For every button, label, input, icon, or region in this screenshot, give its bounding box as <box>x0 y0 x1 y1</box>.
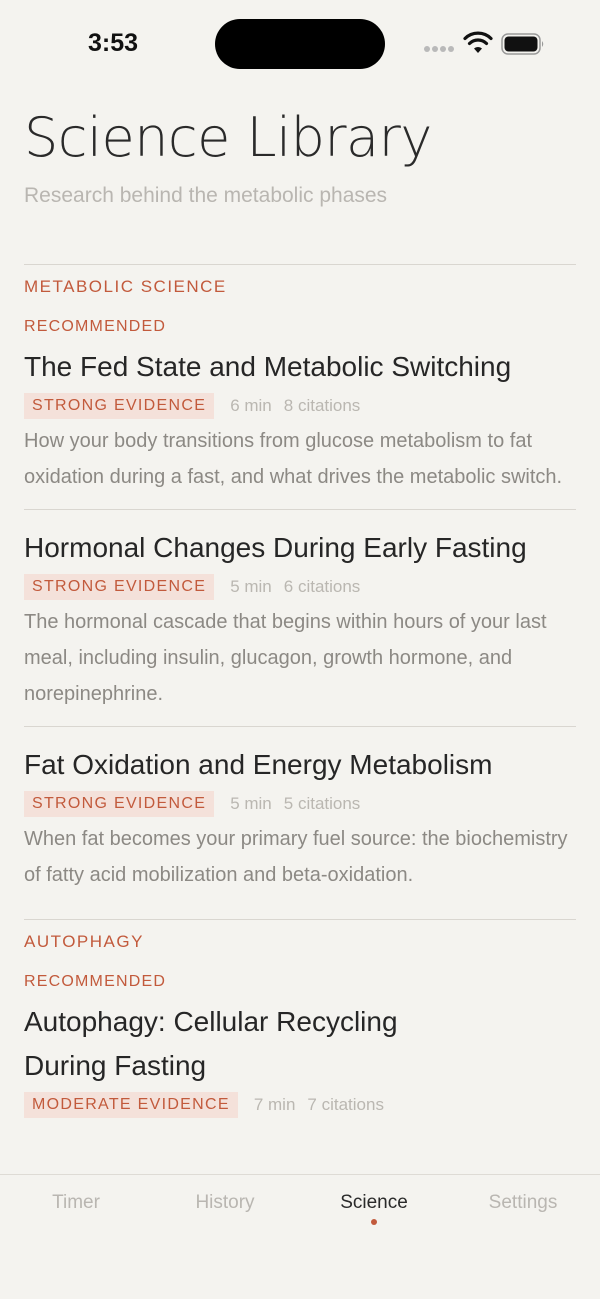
active-tab-indicator <box>371 1219 377 1225</box>
evidence-badge: MODERATE EVIDENCE <box>24 1092 238 1118</box>
article-title: The Fed State and Metabolic Switching <box>24 351 512 382</box>
article-meta: STRONG EVIDENCE 6 min 8 citations <box>24 393 576 419</box>
cellular-signal-icon <box>424 46 456 54</box>
article-description: The hormonal cascade that begins within … <box>24 611 547 705</box>
article-meta: STRONG EVIDENCE 5 min 6 citations <box>24 574 576 600</box>
article-title: Autophagy: Cellular Recycling During Fas… <box>24 1006 398 1081</box>
citation-count: 7 citations <box>307 1095 384 1114</box>
read-time: 6 min <box>230 396 272 415</box>
citation-count: 8 citations <box>283 396 361 415</box>
section-metabolic-science: METABOLIC SCIENCE RECOMMENDED The Fed St… <box>24 264 576 907</box>
page-subtitle: Research behind the metabolic phases <box>24 184 388 207</box>
evidence-badge: STRONG EVIDENCE <box>24 393 215 419</box>
dynamic-island <box>215 19 385 69</box>
article-card[interactable]: The Fed State and Metabolic Switching ST… <box>24 345 576 509</box>
section-autophagy: AUTOPHAGY RECOMMENDED Autophagy: Cellula… <box>24 919 576 1132</box>
recommended-label: RECOMMENDED <box>24 973 167 990</box>
evidence-badge: STRONG EVIDENCE <box>24 791 215 817</box>
article-meta: STRONG EVIDENCE 5 min 5 citations <box>24 791 576 817</box>
read-time: 7 min <box>253 1095 296 1114</box>
tab-science[interactable]: Science <box>299 1192 449 1214</box>
read-time: 5 min <box>230 794 272 813</box>
article-title: Fat Oxidation and Energy Metabolism <box>24 749 493 780</box>
citation-count: 6 citations <box>283 577 361 596</box>
article-card[interactable]: Fat Oxidation and Energy Metabolism STRO… <box>24 726 576 907</box>
section-title: METABOLIC SCIENCE <box>24 277 227 296</box>
status-time: 3:53 <box>88 29 139 57</box>
article-card[interactable]: Autophagy: Cellular Recycling During Fas… <box>24 1000 576 1132</box>
tab-settings[interactable]: Settings <box>448 1192 598 1214</box>
article-meta: MODERATE EVIDENCE 7 min 7 citations <box>24 1092 576 1118</box>
page-title: Science Library <box>24 106 432 169</box>
tab-timer[interactable]: Timer <box>1 1192 151 1214</box>
read-time: 5 min <box>230 577 272 596</box>
citation-count: 5 citations <box>283 794 361 813</box>
battery-icon <box>501 33 544 55</box>
library-list[interactable]: METABOLIC SCIENCE RECOMMENDED The Fed St… <box>24 264 576 1174</box>
status-bar: 3:53 <box>0 0 600 90</box>
recommended-label: RECOMMENDED <box>24 318 167 335</box>
article-description: When fat becomes your primary fuel sourc… <box>24 828 568 886</box>
section-title: AUTOPHAGY <box>24 932 144 951</box>
evidence-badge: STRONG EVIDENCE <box>24 574 215 600</box>
tab-history[interactable]: History <box>150 1192 300 1214</box>
article-card[interactable]: Hormonal Changes During Early Fasting ST… <box>24 509 576 726</box>
wifi-icon <box>463 31 493 53</box>
tab-bar: Timer History Science Settings <box>0 1174 600 1299</box>
article-description: How your body transitions from glucose m… <box>24 430 563 488</box>
article-title: Hormonal Changes During Early Fasting <box>24 532 527 563</box>
